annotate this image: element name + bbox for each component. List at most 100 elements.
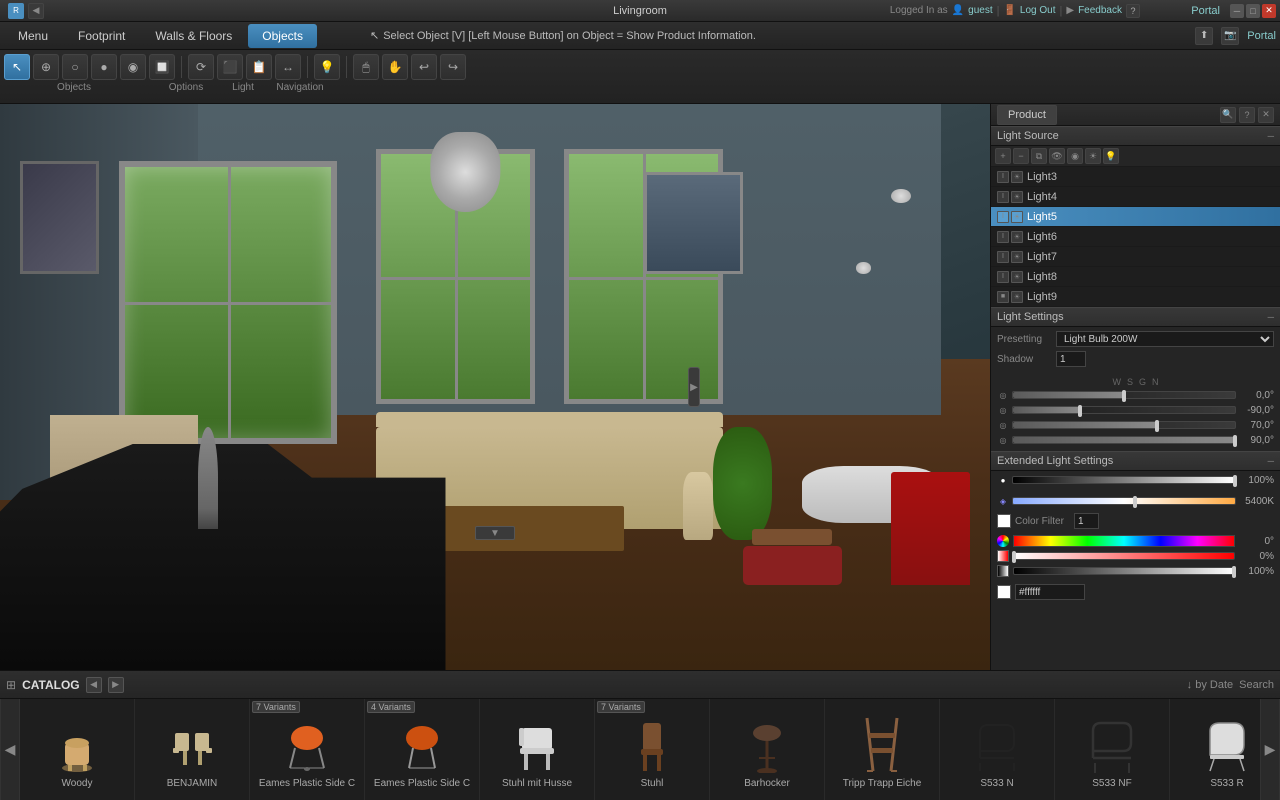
- separator-3: [346, 56, 347, 78]
- catalog-item-woody[interactable]: Woody: [20, 699, 135, 800]
- toolbar-group-light-label: Light: [228, 82, 258, 93]
- light-item-light4[interactable]: I ☀ Light4: [991, 187, 1280, 207]
- catalog-item-barhocker[interactable]: Barhocker: [710, 699, 825, 800]
- light-type-1[interactable]: ☀: [1085, 148, 1101, 164]
- catalog-search-label[interactable]: Search: [1239, 679, 1274, 691]
- help-btn[interactable]: ?: [1126, 4, 1140, 18]
- catalog-grid-icon: ⊞: [6, 678, 16, 692]
- objects-button[interactable]: Objects: [248, 24, 317, 48]
- minimize-button[interactable]: ─: [1230, 4, 1244, 18]
- light-toggle-btn[interactable]: ◉: [1067, 148, 1083, 164]
- catalog-prev-button[interactable]: ◀: [0, 699, 20, 800]
- slider-2-track[interactable]: [1012, 406, 1236, 414]
- select-tool-button[interactable]: ↖: [4, 54, 30, 80]
- footprint-button[interactable]: Footprint: [64, 24, 139, 48]
- catalog-item-tripp[interactable]: Tripp Trapp Eiche: [825, 699, 940, 800]
- extended-settings-collapse-icon[interactable]: ─: [1268, 456, 1274, 466]
- color-temp-track[interactable]: [1012, 497, 1236, 505]
- light-settings-collapse-icon[interactable]: ─: [1268, 312, 1274, 322]
- light-item-light3[interactable]: I ☀ Light3: [991, 167, 1280, 187]
- object-tool-1[interactable]: ⊕: [33, 54, 59, 80]
- panel-icon-help[interactable]: ?: [1239, 107, 1255, 123]
- presetting-select[interactable]: Light Bulb 200W: [1056, 331, 1274, 347]
- shadow-input[interactable]: [1056, 351, 1086, 367]
- portal-link[interactable]: Portal: [1191, 5, 1220, 17]
- option-tool-1[interactable]: ⟳: [188, 54, 214, 80]
- color-filter-input[interactable]: [1074, 513, 1099, 529]
- hex-input[interactable]: [1015, 584, 1085, 600]
- back-btn[interactable]: ◀: [28, 3, 44, 19]
- light-tool-1[interactable]: 💡: [314, 54, 340, 80]
- catalog-expand-button[interactable]: ▼: [475, 526, 515, 540]
- light-add-btn[interactable]: +: [995, 148, 1011, 164]
- brightness-track[interactable]: [1013, 567, 1235, 575]
- slider-3-track[interactable]: [1012, 421, 1236, 429]
- close-button[interactable]: ✕: [1262, 4, 1276, 18]
- nav-tool-4[interactable]: ↪: [440, 54, 466, 80]
- slider-4-track[interactable]: [1012, 436, 1236, 444]
- light-item-light8[interactable]: I ☀ Light8: [991, 267, 1280, 287]
- catalog-item-eames2[interactable]: 4 Variants Eames Plastic Side C: [365, 699, 480, 800]
- saturation-track[interactable]: [1013, 552, 1235, 560]
- share-icon[interactable]: ⬆: [1195, 27, 1213, 45]
- catalog-item-eames1[interactable]: 7 Variants Eames Plastic Side C: [250, 699, 365, 800]
- nav-tool-3[interactable]: ↩: [411, 54, 437, 80]
- portal-menu-link[interactable]: Portal: [1247, 30, 1276, 42]
- feedback-link[interactable]: Feedback: [1078, 5, 1122, 16]
- light-source-section-header[interactable]: Light Source ─: [991, 126, 1280, 146]
- object-tool-2[interactable]: ○: [62, 54, 88, 80]
- hue-slider[interactable]: [1013, 535, 1235, 547]
- hex-color-swatch[interactable]: [997, 585, 1011, 599]
- color-filter-swatch[interactable]: [997, 514, 1011, 528]
- option-tool-3[interactable]: 📋: [246, 54, 272, 80]
- viewport[interactable]: ▶ ▼: [0, 104, 990, 670]
- catalog-nav-next-btn[interactable]: ▶: [108, 677, 124, 693]
- catalog-label[interactable]: CATALOG: [22, 678, 80, 692]
- menu-button[interactable]: Menu: [4, 24, 62, 48]
- light-eye-btn[interactable]: 👁: [1049, 148, 1065, 164]
- light-type-2[interactable]: 💡: [1103, 148, 1119, 164]
- option-tool-2[interactable]: ⬛: [217, 54, 243, 80]
- object-tool-5[interactable]: 🔲: [149, 54, 175, 80]
- s533n-image: [962, 711, 1032, 776]
- catalog-next-button[interactable]: ▶: [1260, 699, 1280, 800]
- catalog-item-s533nf[interactable]: S533 NF: [1055, 699, 1170, 800]
- light-item-light9[interactable]: ■ ☀ Light9: [991, 287, 1280, 307]
- light-remove-btn[interactable]: −: [1013, 148, 1029, 164]
- extended-settings-section-header[interactable]: Extended Light Settings ─: [991, 451, 1280, 471]
- nav-tool-1[interactable]: 🖱: [353, 54, 379, 80]
- light-item-light6[interactable]: I ☀ Light6: [991, 227, 1280, 247]
- logout-link[interactable]: Log Out: [1020, 5, 1056, 16]
- panel-tab-product[interactable]: Product: [997, 105, 1057, 125]
- camera-icon[interactable]: 📷: [1221, 27, 1239, 45]
- light-item-light7[interactable]: I ☀ Light7: [991, 247, 1280, 267]
- catalog-nav-prev-btn[interactable]: ◀: [86, 677, 102, 693]
- light-settings-section-header[interactable]: Light Settings ─: [991, 307, 1280, 327]
- light-source-collapse-icon[interactable]: ─: [1268, 131, 1274, 141]
- catalog-item-stuhl-husse[interactable]: Stuhl mit Husse: [480, 699, 595, 800]
- app-icon: R: [8, 3, 24, 19]
- light3-name: Light3: [1027, 171, 1057, 183]
- light-copy-btn[interactable]: ⧉: [1031, 148, 1047, 164]
- catalog-item-s533r[interactable]: S533 R: [1170, 699, 1260, 800]
- catalog-sort-label[interactable]: ↓ by Date: [1187, 679, 1233, 691]
- light-item-light5[interactable]: I ☀ Light5: [991, 207, 1280, 227]
- panel-collapse-handle[interactable]: ▶: [688, 367, 700, 407]
- restore-button[interactable]: □: [1246, 4, 1260, 18]
- intensity-track[interactable]: [1012, 476, 1236, 484]
- option-tool-4[interactable]: ↔: [275, 54, 301, 80]
- nav-tool-2[interactable]: ✋: [382, 54, 408, 80]
- panel-icon-search[interactable]: 🔍: [1220, 107, 1236, 123]
- catalog-item-benjamin[interactable]: BENJAMIN: [135, 699, 250, 800]
- slider-1-track[interactable]: [1012, 391, 1236, 399]
- catalog-item-s533n[interactable]: S533 N: [940, 699, 1055, 800]
- eames1-svg: [280, 713, 335, 773]
- walls-floors-button[interactable]: Walls & Floors: [141, 24, 246, 48]
- window-controls: ─ □ ✕: [1230, 4, 1276, 18]
- object-tool-3[interactable]: ●: [91, 54, 117, 80]
- light3-icon-1: I: [997, 171, 1009, 183]
- light8-icon-2: ☀: [1011, 271, 1023, 283]
- panel-icon-close[interactable]: ✕: [1258, 107, 1274, 123]
- object-tool-4[interactable]: ◉: [120, 54, 146, 80]
- catalog-item-stuhl[interactable]: 7 Variants Stuhl: [595, 699, 710, 800]
